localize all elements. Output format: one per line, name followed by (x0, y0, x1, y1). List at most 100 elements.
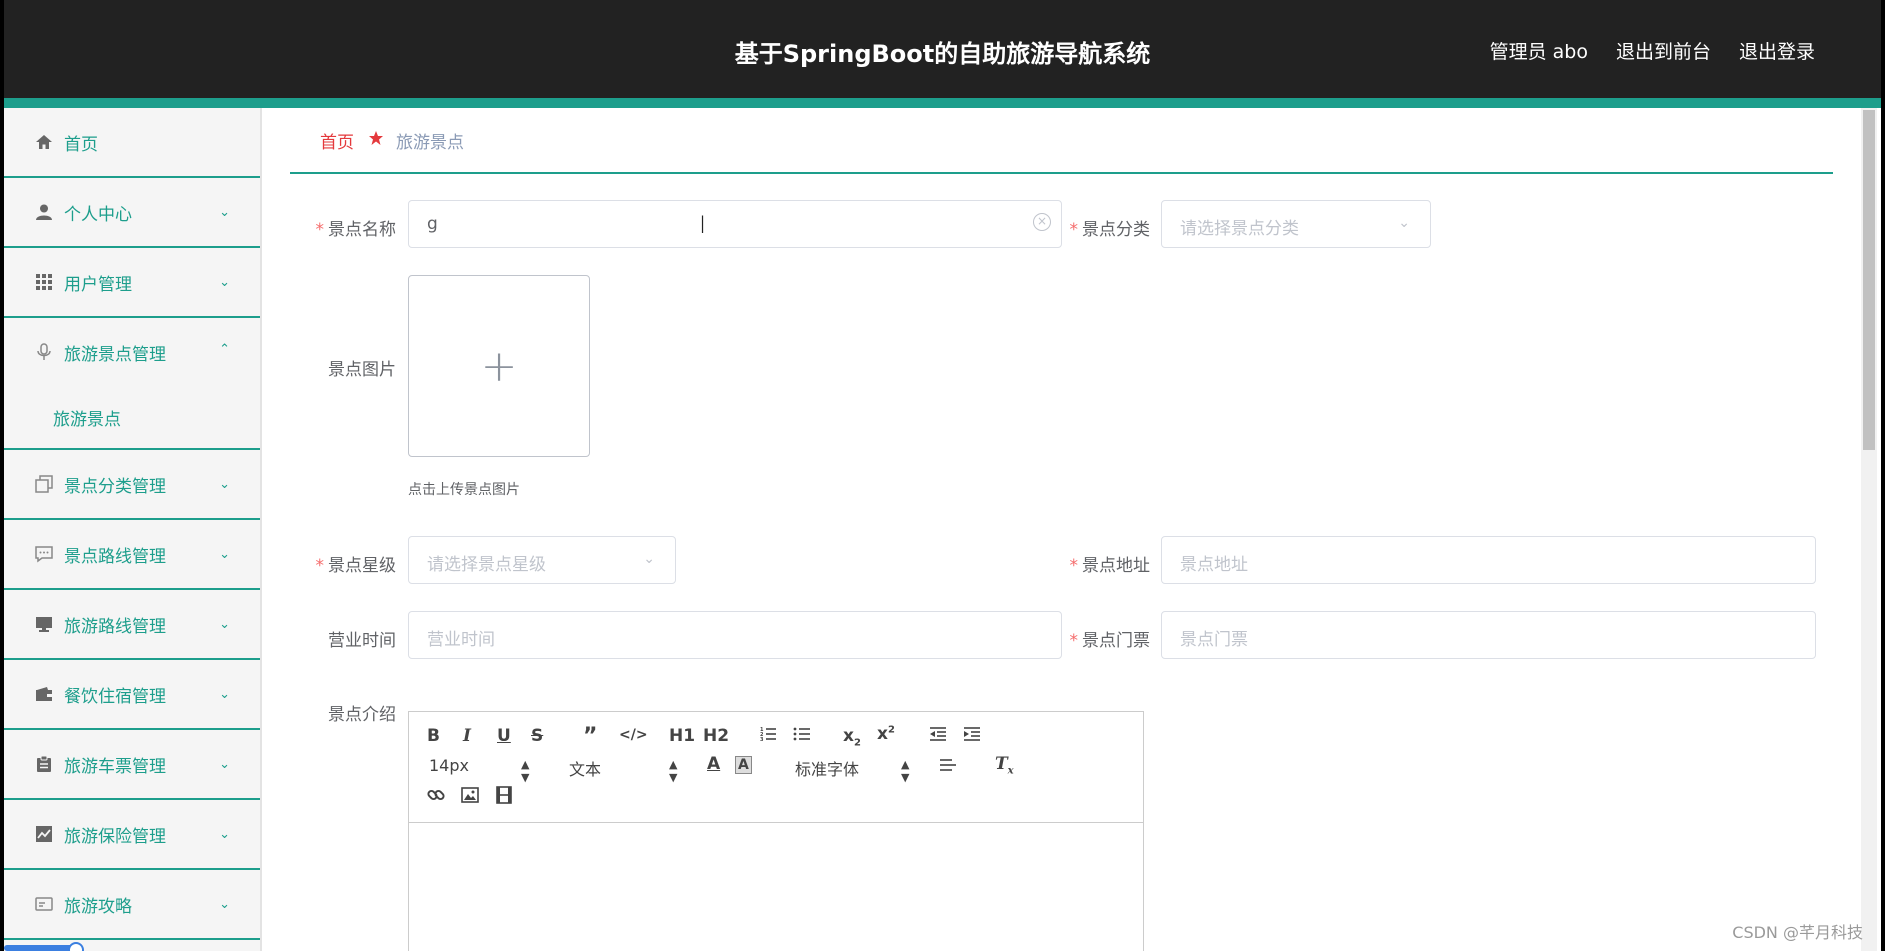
hours-label: 营业时间 (328, 631, 396, 651)
strikethrough-button[interactable]: S (531, 726, 543, 746)
ticket-input[interactable]: 景点门票 (1161, 611, 1816, 659)
accent-bar (4, 98, 1881, 108)
top-bar: 基于SpringBoot的自助旅游导航系统 管理员 abo 退出到前台 退出登录 (4, 0, 1881, 98)
image-icon[interactable] (461, 786, 479, 809)
video-icon[interactable] (495, 786, 513, 809)
card-icon (31, 891, 57, 917)
sidebar-item-label: 用户管理 (64, 274, 132, 295)
address-input[interactable]: 景点地址 (1161, 536, 1816, 584)
hours-input[interactable]: 营业时间 (408, 611, 1062, 659)
breadcrumb-home-link[interactable]: 首页 (320, 128, 354, 153)
background-color-icon[interactable]: A (735, 756, 752, 774)
name-label: * 景点名称 (315, 220, 397, 240)
name-input-value: g (427, 214, 438, 234)
sidebar-item-ticket-management[interactable]: 旅游车票管理 ⌄ (4, 730, 260, 800)
superscript-icon[interactable]: x2 (877, 724, 895, 744)
intro-label: 景点介绍 (328, 705, 396, 725)
sidebar-item-travel-guides[interactable]: 旅游攻略 ⌄ (4, 870, 260, 940)
heading-1-button[interactable]: H1 (669, 726, 695, 746)
sidebar-item-route-management[interactable]: 景点路线管理 ⌄ (4, 520, 260, 590)
subscript-icon[interactable]: x2 (843, 726, 861, 748)
text-cursor-icon: I (699, 211, 707, 239)
chart-icon (31, 821, 57, 847)
image-upload-button[interactable]: + (408, 275, 590, 457)
address-input-placeholder: 景点地址 (1180, 555, 1248, 575)
sidebar-item-label: 首页 (64, 134, 98, 155)
underline-button[interactable]: U (497, 726, 511, 746)
watermark: CSDN @芊月科技 (1732, 923, 1863, 942)
wallet-icon (31, 681, 57, 707)
sidebar-item-label: 旅游路线管理 (64, 616, 166, 637)
ordered-list-icon[interactable]: 123 (759, 725, 777, 748)
chevron-down-icon: ⌄ (219, 616, 230, 632)
category-label: * 景点分类 (1069, 220, 1151, 240)
sidebar-item-insurance-management[interactable]: 旅游保险管理 ⌄ (4, 800, 260, 870)
sidebar-item-home[interactable]: 首页 (4, 108, 260, 178)
sidebar-item-label: 个人中心 (64, 204, 132, 225)
link-icon[interactable] (427, 786, 445, 809)
bold-button[interactable]: B (427, 726, 440, 746)
header-links: 管理员 abo 退出到前台 退出登录 (1490, 37, 1815, 64)
font-color-icon[interactable]: A (707, 754, 720, 774)
chevron-down-icon: ⌄ (219, 204, 230, 220)
italic-button[interactable]: I (463, 726, 471, 746)
ticket-input-placeholder: 景点门票 (1180, 630, 1248, 650)
breadcrumb-current: 旅游景点 (396, 132, 464, 153)
page-scrollbar[interactable] (1861, 108, 1877, 951)
back-to-front-link[interactable]: 退出到前台 (1616, 37, 1711, 64)
bullet-list-icon[interactable] (793, 725, 811, 748)
sidebar-item-label: 景点分类管理 (64, 476, 166, 497)
clear-format-icon[interactable]: Tx (995, 754, 1014, 776)
sidebar-item-label: 景点路线管理 (64, 546, 166, 567)
heading-2-button[interactable]: H2 (703, 726, 729, 746)
sidebar-item-travel-route-management[interactable]: 旅游路线管理 ⌄ (4, 590, 260, 660)
blockquote-icon[interactable]: ” (583, 724, 597, 749)
sidebar-subitem-attractions[interactable]: 旅游景点 (4, 386, 260, 450)
sidebar-scroll-knob[interactable] (68, 942, 84, 951)
sidebar-item-attraction-management[interactable]: 旅游景点管理 ⌃ (4, 318, 260, 386)
sidebar-item-personal-center[interactable]: 个人中心 ⌄ (4, 178, 260, 248)
upload-tip: 点击上传景点图片 (408, 482, 520, 498)
hours-input-placeholder: 营业时间 (427, 630, 495, 650)
svg-text:3: 3 (760, 737, 764, 743)
clear-icon[interactable]: × (1033, 213, 1051, 231)
ticket-label: * 景点门票 (1069, 631, 1151, 651)
indent-icon[interactable] (963, 725, 981, 748)
clipboard-icon (31, 751, 57, 777)
logout-link[interactable]: 退出登录 (1739, 37, 1815, 64)
align-icon[interactable] (939, 756, 957, 779)
sidebar-item-dining-lodging-management[interactable]: 餐饮住宿管理 ⌄ (4, 660, 260, 730)
chevron-down-icon: ⌄ (643, 551, 655, 567)
address-label: * 景点地址 (1069, 556, 1151, 576)
category-select-placeholder: 请选择景点分类 (1180, 219, 1299, 239)
sidebar-horizontal-scrollbar[interactable] (4, 945, 76, 951)
chevron-down-icon: ⌄ (219, 826, 230, 842)
updown-icon: ▲ ▼ (669, 758, 678, 784)
sidebar-subitem-label: 旅游景点 (53, 409, 121, 430)
sidebar-item-user-management[interactable]: 用户管理 ⌄ (4, 248, 260, 318)
font-family-select[interactable]: 标准字体 ▲ ▼ (795, 756, 915, 784)
level-select[interactable]: 请选择景点星级 ⌄ (408, 536, 676, 584)
chevron-down-icon: ⌄ (219, 756, 230, 772)
name-input[interactable]: g I × (408, 200, 1062, 248)
copy-icon (31, 471, 57, 497)
sidebar-item-label: 旅游保险管理 (64, 826, 166, 847)
updown-icon: ▲ ▼ (901, 758, 910, 784)
star-icon (368, 130, 384, 150)
home-icon (31, 129, 57, 155)
sidebar-item-label: 餐饮住宿管理 (64, 686, 166, 707)
chevron-down-icon: ⌄ (219, 546, 230, 562)
sidebar-item-label: 旅游景点管理 (64, 344, 166, 365)
chevron-down-icon: ⌄ (1398, 215, 1410, 231)
chevron-up-icon: ⌃ (219, 342, 230, 357)
page-scrollbar-thumb[interactable] (1863, 110, 1875, 450)
sidebar-item-category-management[interactable]: 景点分类管理 ⌄ (4, 450, 260, 520)
breadcrumb: 首页 旅游景点 (290, 108, 1833, 174)
outdent-icon[interactable] (929, 725, 947, 748)
chevron-down-icon: ⌄ (219, 476, 230, 492)
code-block-icon[interactable]: </> (619, 727, 648, 743)
sidebar-item-label: 旅游车票管理 (64, 756, 166, 777)
font-size-select[interactable]: 14px ▲ ▼ (429, 756, 529, 784)
category-select[interactable]: 请选择景点分类 ⌄ (1161, 200, 1431, 248)
paragraph-select[interactable]: 文本 ▲ ▼ (569, 756, 679, 784)
